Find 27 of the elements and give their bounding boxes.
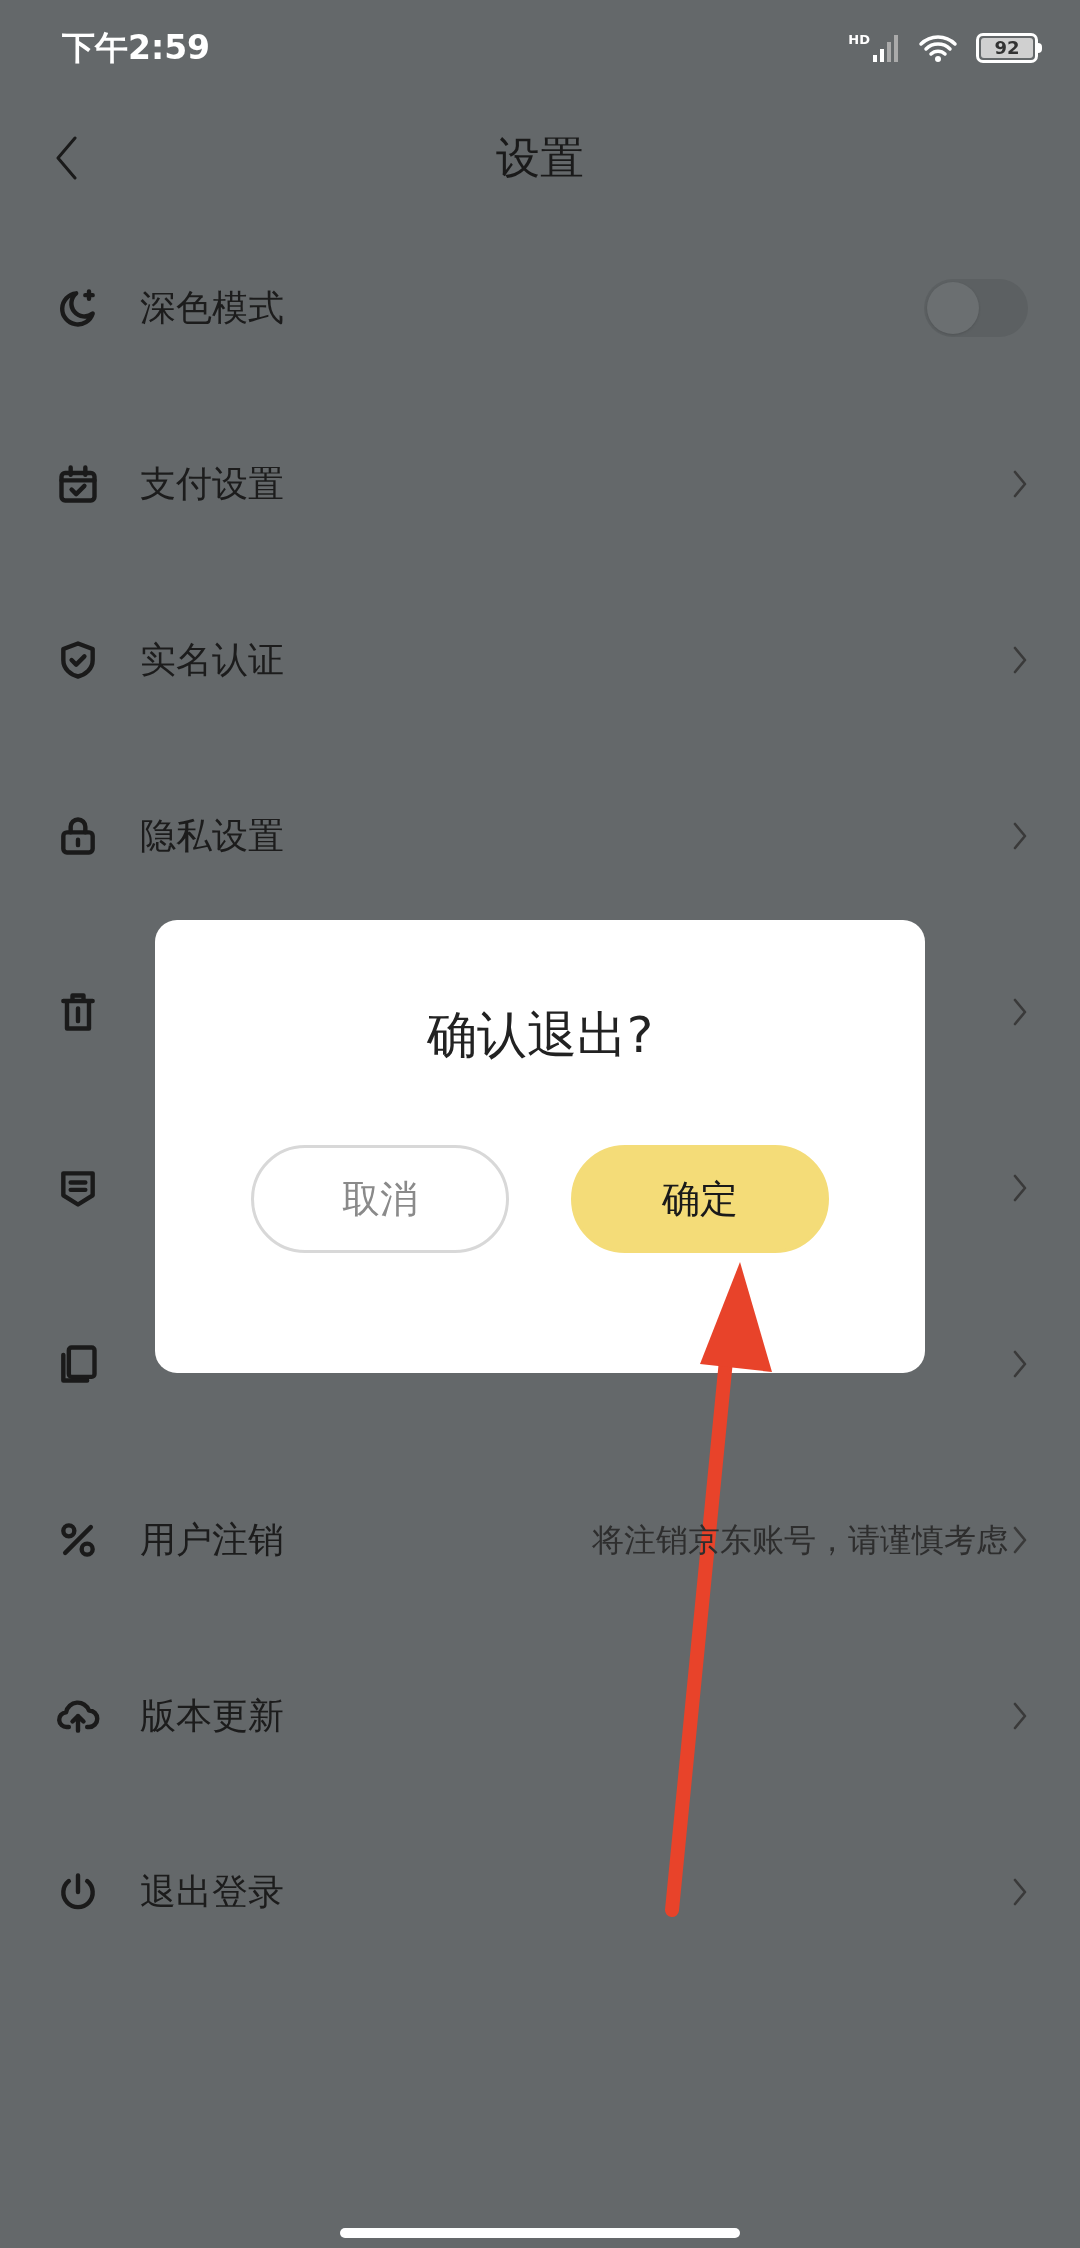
- row-label[interactable]: 退出登录: [140, 1865, 284, 1919]
- signal-icon: [872, 32, 900, 63]
- row-label[interactable]: 用户注销: [140, 1513, 284, 1567]
- row-label[interactable]: 版本更新: [140, 1689, 284, 1743]
- row-label[interactable]: 支付设置: [140, 457, 284, 511]
- calendar-check-icon: [56, 462, 100, 506]
- confirm-button[interactable]: 确定: [571, 1145, 829, 1253]
- back-icon: [55, 136, 77, 180]
- chevron-icon[interactable]: [1012, 821, 1028, 851]
- chevron-icon[interactable]: [1012, 1525, 1028, 1555]
- chevron-icon[interactable]: [1012, 1349, 1028, 1379]
- dialog-title: 确认退出?: [426, 1005, 654, 1066]
- row-label[interactable]: 实名认证: [140, 633, 284, 687]
- chevron-icon[interactable]: [1012, 997, 1028, 1027]
- battery-level: 92: [994, 38, 1020, 57]
- chevron-icon[interactable]: [1012, 645, 1028, 675]
- wifi-icon: [918, 32, 958, 63]
- cancel-button[interactable]: 取消: [251, 1145, 509, 1253]
- network-type-label: HD: [848, 32, 870, 46]
- chevron-icon[interactable]: [1012, 1173, 1028, 1203]
- row-label[interactable]: 深色模式: [140, 281, 284, 335]
- status-time: 下午2:59: [62, 26, 211, 69]
- chevron-icon[interactable]: [1012, 1877, 1028, 1907]
- row-label[interactable]: 隐私设置: [140, 809, 284, 863]
- chevron-icon[interactable]: [1012, 1701, 1028, 1731]
- chevron-icon[interactable]: [1012, 469, 1028, 499]
- page-title: 设置: [496, 130, 584, 185]
